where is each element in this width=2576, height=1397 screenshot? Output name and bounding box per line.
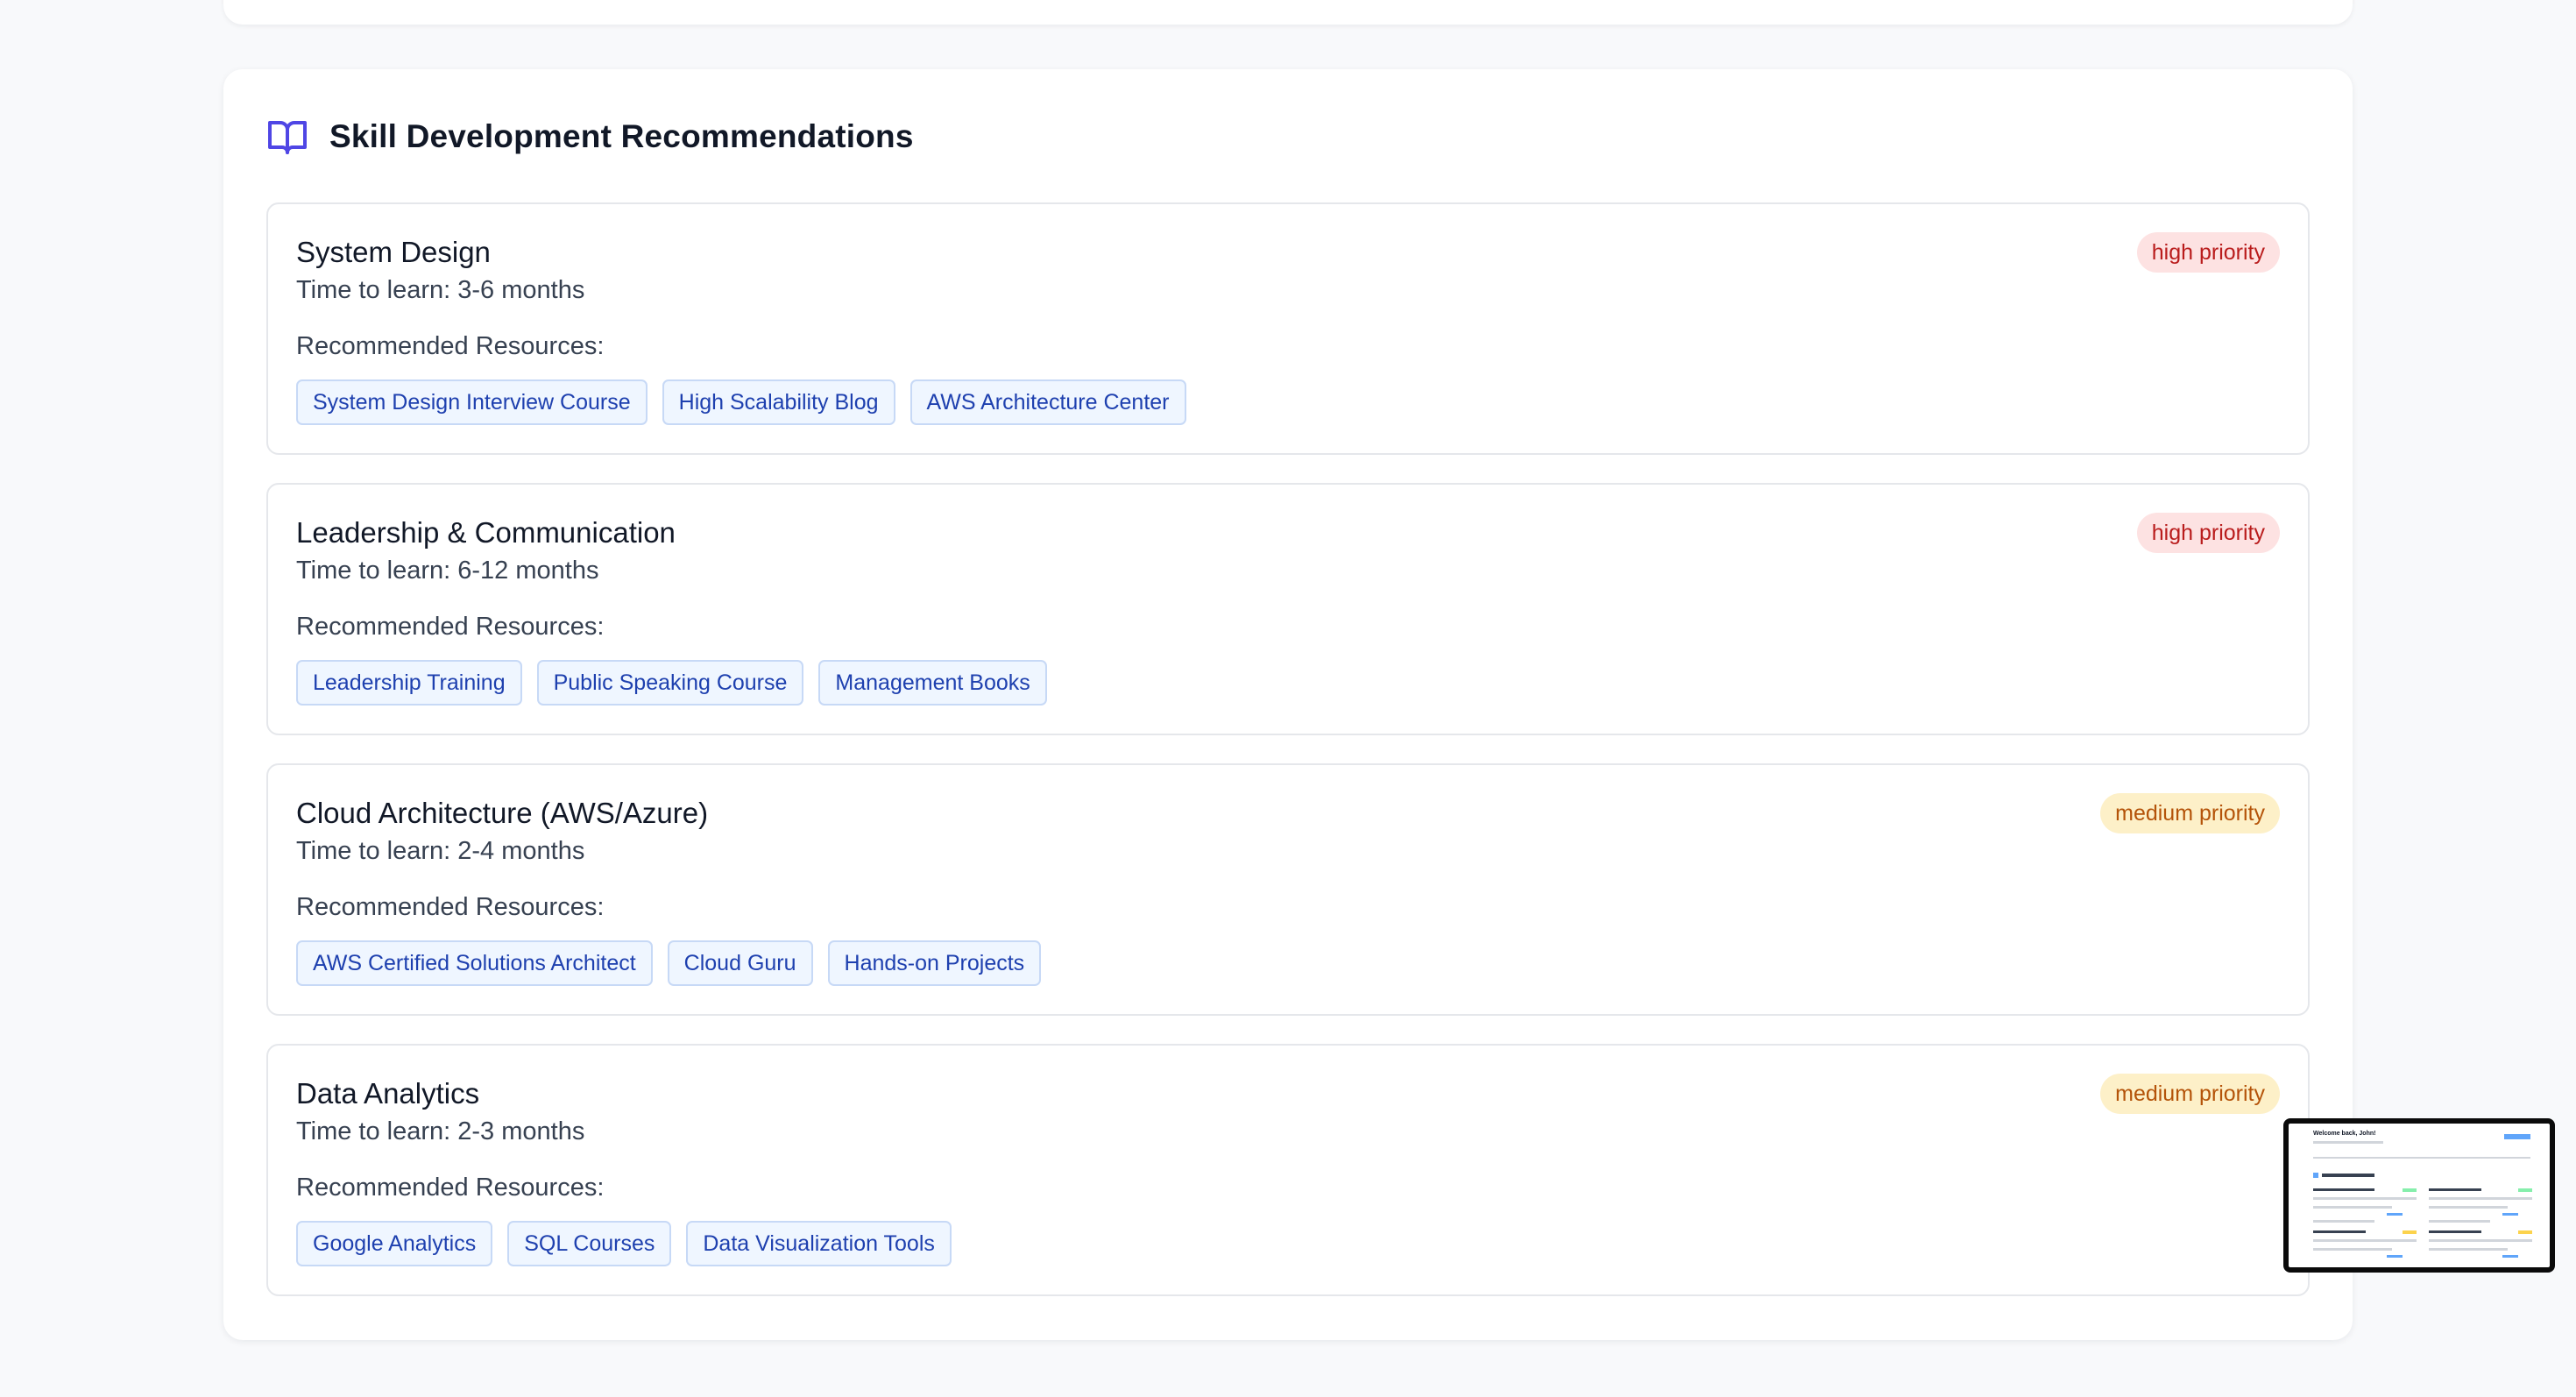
resources-label: Recommended Resources: xyxy=(296,893,605,921)
skill-card-system-design: System Design Time to learn: 3-6 months … xyxy=(266,202,2310,455)
skill-name: Cloud Architecture (AWS/Azure) xyxy=(296,797,709,829)
book-open-icon xyxy=(268,121,307,154)
resources-label: Recommended Resources: xyxy=(296,613,605,641)
priority-badge: high priority xyxy=(2136,513,2280,553)
panel-title: Skill Development Recommendations xyxy=(329,118,914,154)
skill-card-cloud-architecture: Cloud Architecture (AWS/Azure) Time to l… xyxy=(266,763,2310,1016)
priority-badge: medium priority xyxy=(2100,1074,2280,1114)
skill-time-to-learn: Time to learn: 6-12 months xyxy=(296,557,599,585)
resource-tag[interactable]: Public Speaking Course xyxy=(536,660,804,706)
resource-tags: Leadership Training Public Speaking Cour… xyxy=(296,660,1047,706)
resource-tags: AWS Certified Solutions Architect Cloud … xyxy=(296,940,1042,986)
resources-label: Recommended Resources: xyxy=(296,1174,605,1202)
skill-name: Leadership & Communication xyxy=(296,516,676,549)
priority-badge: medium priority xyxy=(2100,793,2280,833)
resource-tag[interactable]: AWS Architecture Center xyxy=(909,379,1186,425)
resource-tag[interactable]: Leadership Training xyxy=(296,660,522,706)
skill-name: Data Analytics xyxy=(296,1077,480,1110)
skill-card-data-analytics: Data Analytics Time to learn: 2-3 months… xyxy=(266,1044,2310,1296)
resource-tag[interactable]: SQL Courses xyxy=(507,1221,672,1266)
resource-tag[interactable]: Cloud Guru xyxy=(667,940,813,986)
resource-tag[interactable]: Management Books xyxy=(818,660,1047,706)
page-preview-thumbnail[interactable]: Welcome back, John! xyxy=(2283,1118,2555,1273)
resource-tag[interactable]: System Design Interview Course xyxy=(296,379,648,425)
priority-badge: high priority xyxy=(2136,232,2280,273)
thumbnail-title: Welcome back, John! xyxy=(2313,1131,2376,1137)
skill-time-to-learn: Time to learn: 3-6 months xyxy=(296,276,585,304)
skill-time-to-learn: Time to learn: 2-3 months xyxy=(296,1117,585,1145)
panel-header: Skill Development Recommendations xyxy=(266,115,914,159)
resource-tag[interactable]: AWS Certified Solutions Architect xyxy=(296,940,653,986)
resource-tags: System Design Interview Course High Scal… xyxy=(296,379,1186,425)
skill-time-to-learn: Time to learn: 2-4 months xyxy=(296,837,585,865)
skill-name: System Design xyxy=(296,236,491,268)
resources-label: Recommended Resources: xyxy=(296,332,605,360)
resource-tag[interactable]: Hands-on Projects xyxy=(827,940,1042,986)
previous-card xyxy=(223,0,2353,25)
resource-tag[interactable]: Google Analytics xyxy=(296,1221,493,1266)
resource-tag[interactable]: Data Visualization Tools xyxy=(686,1221,952,1266)
resource-tag[interactable]: High Scalability Blog xyxy=(662,379,895,425)
skill-recommendations-panel: Skill Development Recommendations System… xyxy=(223,69,2353,1340)
resource-tags: Google Analytics SQL Courses Data Visual… xyxy=(296,1221,952,1266)
skill-card-leadership: Leadership & Communication Time to learn… xyxy=(266,483,2310,735)
